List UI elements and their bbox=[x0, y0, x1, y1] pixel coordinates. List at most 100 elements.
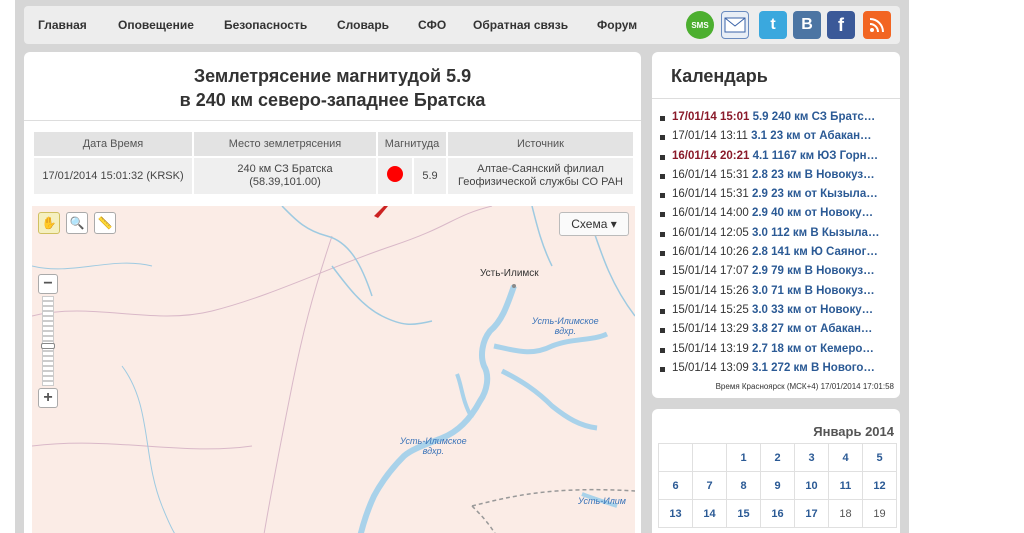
event-link[interactable]: 2.8 141 км Ю Саяног… bbox=[752, 246, 878, 258]
event-datetime: 15/01/14 17:07 bbox=[672, 265, 749, 278]
calendar-day[interactable]: 12 bbox=[862, 471, 897, 500]
event-link[interactable]: 2.9 23 км от Кызыла… bbox=[752, 188, 878, 200]
event-magnitude: 3.0 bbox=[751, 226, 768, 239]
nav-item-alerts[interactable]: Оповещение bbox=[118, 18, 194, 32]
cell-datetime: 17/01/2014 15:01:32 (KRSK) bbox=[32, 156, 194, 196]
event-magnitude: 2.9 bbox=[751, 188, 768, 201]
calendar-day[interactable]: 9 bbox=[760, 471, 795, 500]
list-item[interactable]: 15/01/14 17:07 2.9 79 км В Новокуз… bbox=[660, 262, 896, 281]
zoom-handle[interactable] bbox=[41, 343, 55, 349]
nav-item-home[interactable]: Главная bbox=[38, 18, 87, 32]
reservoir-2-name: Усть-Илимское bbox=[400, 436, 467, 446]
hand-icon[interactable]: ✋ bbox=[38, 212, 60, 234]
earthquake-table: Дата Время Место землетрясения Магнитуда… bbox=[32, 130, 635, 196]
nav-item-sfo[interactable]: СФО bbox=[418, 18, 446, 32]
zoom-in-button[interactable]: + bbox=[38, 388, 58, 408]
magnitude-marker-icon bbox=[387, 166, 403, 182]
calendar-day[interactable]: 1 bbox=[726, 443, 761, 472]
event-place: 23 км от Абакан… bbox=[770, 130, 872, 143]
list-item[interactable]: 15/01/14 13:09 3.1 272 км В Нового… bbox=[660, 359, 896, 378]
calendar-day[interactable]: 15 bbox=[726, 499, 761, 528]
map-label-reservoir-2: Усть-Илимское вдхр. bbox=[400, 436, 467, 456]
event-datetime: 15/01/14 15:25 bbox=[672, 303, 749, 316]
zoom-out-button[interactable]: − bbox=[38, 274, 58, 294]
event-link[interactable]: 2.7 18 км от Кемеро… bbox=[752, 343, 874, 355]
list-item[interactable]: 16/01/14 14:00 2.9 40 км от Новоку… bbox=[660, 204, 896, 223]
ruler-icon[interactable]: 📏 bbox=[94, 212, 116, 234]
event-link[interactable]: 3.8 27 км от Абакан… bbox=[752, 323, 872, 335]
list-item[interactable]: 15/01/14 15:25 3.0 33 км от Новоку… bbox=[660, 301, 896, 320]
calendar-week: 6 7 8 9 10 11 12 bbox=[658, 471, 897, 500]
event-place: 23 км от Кызыла… bbox=[771, 188, 878, 201]
event-link[interactable]: 4.1 1167 км ЮЗ Горн… bbox=[753, 150, 879, 162]
event-magnitude: 2.8 bbox=[751, 246, 768, 259]
calendar-day[interactable]: 2 bbox=[760, 443, 795, 472]
nav-item-forum[interactable]: Форум bbox=[597, 18, 637, 32]
list-item[interactable]: 17/01/14 15:01 5.9 240 км СЗ Братс… bbox=[660, 108, 896, 127]
event-link[interactable]: 3.0 33 км от Новоку… bbox=[752, 304, 873, 316]
calendar-day[interactable]: 7 bbox=[692, 471, 727, 500]
map-label-reservoir-1: Усть-Илимское вдхр. bbox=[532, 316, 599, 336]
calendar-day[interactable]: 4 bbox=[828, 443, 863, 472]
cell-source: Алтае-Саянский филиал Геофизической служ… bbox=[446, 156, 635, 196]
list-item[interactable]: 15/01/14 13:29 3.8 27 км от Абакан… bbox=[660, 320, 896, 339]
zoom-control: − + bbox=[38, 274, 58, 408]
event-place: 79 км В Новокуз… bbox=[771, 265, 875, 278]
calendar-day[interactable]: 11 bbox=[828, 471, 863, 500]
header-magnitude: Магнитуда bbox=[376, 130, 448, 158]
magnifier-icon[interactable]: 🔍 bbox=[66, 212, 88, 234]
event-place: 1167 км ЮЗ Горн… bbox=[771, 149, 879, 162]
event-link[interactable]: 2.8 23 км В Новокуз… bbox=[752, 169, 875, 181]
list-item[interactable]: 16/01/14 10:26 2.8 141 км Ю Саяног… bbox=[660, 243, 896, 262]
event-link[interactable]: 2.9 79 км В Новокуз… bbox=[752, 265, 875, 277]
list-item[interactable]: 16/01/14 20:21 4.1 1167 км ЮЗ Горн… bbox=[660, 147, 896, 166]
rss-icon[interactable] bbox=[863, 11, 891, 39]
event-datetime: 15/01/14 13:09 bbox=[672, 361, 749, 374]
zoom-slider[interactable] bbox=[41, 296, 55, 386]
mail-icon[interactable] bbox=[721, 11, 749, 39]
list-item[interactable]: 16/01/14 15:31 2.8 23 км В Новокуз… bbox=[660, 166, 896, 185]
calendar-title: Календарь bbox=[671, 66, 768, 86]
month-title: Январь 2014 bbox=[813, 424, 894, 439]
sms-icon[interactable]: SMS bbox=[686, 11, 714, 39]
list-item[interactable]: 17/01/14 13:11 3.1 23 км от Абакан… bbox=[660, 127, 896, 146]
calendar-day[interactable]: 16 bbox=[760, 499, 795, 528]
event-magnitude: 2.9 bbox=[751, 265, 768, 278]
calendar-day[interactable]: 6 bbox=[658, 471, 693, 500]
calendar-day[interactable]: 14 bbox=[692, 499, 727, 528]
nav-item-glossary[interactable]: Словарь bbox=[337, 18, 389, 32]
calendar-day[interactable]: 3 bbox=[794, 443, 829, 472]
list-item[interactable]: 16/01/14 15:31 2.9 23 км от Кызыла… bbox=[660, 185, 896, 204]
twitter-icon[interactable]: t bbox=[759, 11, 787, 39]
calendar-day[interactable]: 17 bbox=[794, 499, 829, 528]
event-link[interactable]: 3.1 272 км В Нового… bbox=[752, 362, 875, 374]
list-item[interactable]: 15/01/14 13:19 2.7 18 км от Кемеро… bbox=[660, 340, 896, 359]
event-magnitude: 3.0 bbox=[751, 284, 768, 297]
reservoir-2-suffix: вдхр. bbox=[422, 446, 445, 456]
map-canvas bbox=[32, 206, 635, 533]
event-link[interactable]: 3.0 112 км В Кызыла… bbox=[752, 227, 880, 239]
list-item[interactable]: 15/01/14 15:26 3.0 71 км В Новокуз… bbox=[660, 282, 896, 301]
map-type-dropdown[interactable]: Схема ▾ bbox=[559, 212, 629, 236]
calendar-day[interactable]: 8 bbox=[726, 471, 761, 500]
vk-icon[interactable]: B bbox=[793, 11, 821, 39]
event-place: 240 км СЗ Братс… bbox=[771, 111, 876, 123]
event-link[interactable]: 3.1 23 км от Абакан… bbox=[751, 130, 871, 142]
event-magnitude: 3.1 bbox=[751, 361, 768, 374]
list-item[interactable]: 16/01/14 12:05 3.0 112 км В Кызыла… bbox=[660, 224, 896, 243]
event-magnitude: 2.9 bbox=[751, 207, 768, 220]
cell-marker bbox=[376, 156, 414, 196]
calendar-day[interactable]: 5 bbox=[862, 443, 897, 472]
event-link[interactable]: 5.9 240 км СЗ Братс… bbox=[753, 111, 876, 123]
event-link[interactable]: 2.9 40 км от Новоку… bbox=[752, 207, 873, 219]
nav-item-feedback[interactable]: Обратная связь bbox=[473, 18, 568, 32]
calendar-day[interactable]: 13 bbox=[658, 499, 693, 528]
calendar-day[interactable]: 10 bbox=[794, 471, 829, 500]
time-note: Время Красноярск (МСК+4) 17/01/2014 17:0… bbox=[715, 382, 894, 391]
event-link[interactable]: 3.0 71 км В Новокуз… bbox=[752, 285, 875, 297]
event-datetime: 16/01/14 14:00 bbox=[672, 207, 749, 220]
map-view[interactable]: ✋ 🔍 📏 Схема ▾ − + Усть-Илимск Усть-Илимс… bbox=[32, 206, 635, 533]
month-grid: 1 2 3 4 5 6 7 8 9 10 11 12 13 14 15 16 17 18 19 bbox=[658, 443, 897, 528]
nav-item-safety[interactable]: Безопасность bbox=[224, 18, 307, 32]
facebook-icon[interactable]: f bbox=[827, 11, 855, 39]
